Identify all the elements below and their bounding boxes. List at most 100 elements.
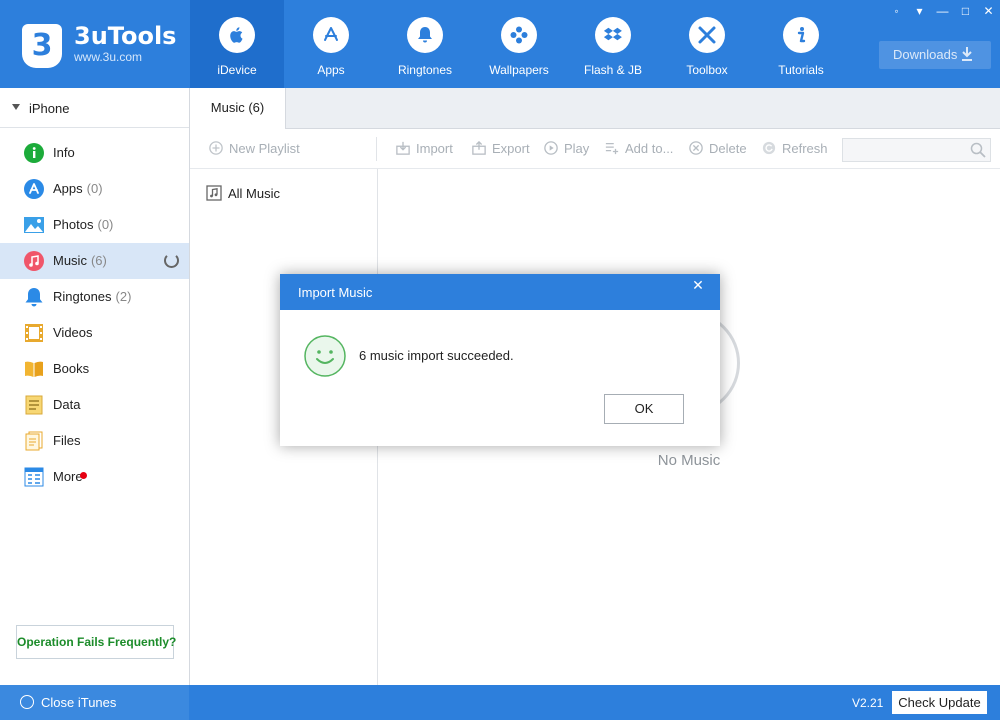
sidebar-item-count: (0) [86, 181, 103, 196]
close-itunes-label: Close iTunes [41, 695, 117, 710]
delete-label: Delete [709, 141, 747, 156]
film-icon [25, 324, 43, 342]
sidebar-item-info[interactable]: Info [0, 135, 189, 171]
loading-spinner-icon [164, 253, 179, 268]
nav-idevice[interactable]: iDevice [190, 0, 284, 88]
sidebar-item-label: Data [53, 397, 81, 412]
bell-icon [25, 288, 43, 307]
sidebar-item-label: More [53, 469, 83, 484]
notification-dot [80, 472, 87, 479]
nav-label: Apps [317, 63, 345, 77]
search-icon[interactable] [970, 142, 986, 158]
device-name: iPhone [29, 101, 70, 116]
sidebar-item-label: Apps [53, 181, 83, 196]
music-note-icon [206, 185, 222, 201]
nav-label: Toolbox [686, 63, 728, 77]
sidebar-item-count: (2) [115, 289, 132, 304]
radio-circle-icon [20, 695, 34, 709]
smiley-icon [304, 335, 346, 377]
sidebar-item-label: Music [53, 253, 87, 268]
dialog-title: Import Music [298, 285, 373, 300]
sidebar-item-label: Books [53, 361, 90, 376]
play-button[interactable]: Play [543, 141, 589, 159]
device-selector[interactable]: iPhone [0, 88, 189, 128]
close-icon[interactable]: ✕ [676, 274, 720, 298]
operation-fails-button[interactable]: Operation Fails Frequently? [16, 625, 176, 659]
apple-icon [219, 17, 255, 53]
add-to-button[interactable]: Add to... [604, 141, 673, 159]
download-icon [962, 47, 972, 61]
import-label: Import [416, 141, 453, 156]
delete-button[interactable]: Delete [688, 141, 747, 159]
new-playlist-button[interactable]: New Playlist [208, 141, 300, 159]
sidebar-item-apps[interactable]: Apps (0) [0, 171, 189, 207]
sidebar-item-label: Files [53, 433, 81, 448]
nav-tutorials[interactable]: Tutorials [754, 0, 848, 88]
search-input[interactable] [843, 139, 963, 161]
empty-state-text: No Music [657, 452, 721, 469]
import-button[interactable]: Import [395, 141, 453, 159]
sidebar: iPhone Info Apps (0) Photos (0) Music (6) R… [0, 88, 190, 685]
nav-wallpapers[interactable]: Wallpapers [472, 0, 566, 88]
export-icon [472, 141, 486, 155]
bell-icon [407, 17, 443, 53]
delete-icon [689, 141, 703, 155]
music-icon [24, 251, 44, 271]
nav-label: iDevice [217, 63, 257, 77]
status-bar: Close iTunes V2.21 Check Update [0, 685, 1000, 720]
nav-flash-jb[interactable]: Flash & JB [566, 0, 660, 88]
sidebar-item-videos[interactable]: Videos [0, 315, 189, 351]
app-header: 3 3uTools www.3u.com iDevice Apps Ringto… [0, 0, 1000, 88]
close-icon[interactable]: ✕ [977, 0, 1000, 22]
files-icon [25, 431, 43, 451]
sidebar-item-more[interactable]: More [0, 459, 189, 495]
menu-icon[interactable]: ▾ [908, 0, 931, 22]
logo-badge: 3 [22, 24, 62, 68]
nav-apps[interactable]: Apps [284, 0, 378, 88]
sidebar-item-photos[interactable]: Photos (0) [0, 207, 189, 243]
nav-ringtones[interactable]: Ringtones [378, 0, 472, 88]
sidebar-item-ringtones[interactable]: Ringtones (2) [0, 279, 189, 315]
nav-toolbox[interactable]: Toolbox [660, 0, 754, 88]
refresh-button[interactable]: Refresh [761, 141, 828, 159]
version-label: V2.21 [852, 696, 884, 710]
sidebar-item-label: Info [53, 145, 75, 160]
toolbar: New Playlist Import Export Play Add to..… [190, 129, 1000, 169]
shirt-icon[interactable]: ◦ [885, 0, 908, 22]
playlist-all-music[interactable]: All Music [206, 185, 280, 203]
apps-icon [24, 179, 44, 199]
sidebar-item-music[interactable]: Music (6) [0, 243, 189, 279]
photos-icon [24, 217, 44, 233]
tab-bar: Music (6) [190, 88, 1000, 129]
info-icon [783, 17, 819, 53]
refresh-icon [762, 141, 776, 155]
nav-label: Wallpapers [489, 63, 549, 77]
export-button[interactable]: Export [471, 141, 530, 159]
downloads-button[interactable]: Downloads [879, 41, 991, 69]
sidebar-item-label: Videos [53, 325, 93, 340]
ok-button[interactable]: OK [604, 394, 684, 424]
add-to-list-icon [605, 142, 619, 155]
minimize-icon[interactable]: — [931, 0, 954, 22]
refresh-label: Refresh [782, 141, 828, 156]
dropbox-icon [595, 17, 631, 53]
close-itunes-button[interactable]: Close iTunes [0, 685, 189, 720]
sidebar-item-files[interactable]: Files [0, 423, 189, 459]
data-icon [25, 395, 43, 415]
sidebar-item-books[interactable]: Books [0, 351, 189, 387]
nav-label: Ringtones [397, 63, 453, 77]
toolbar-divider [376, 137, 377, 161]
tab-music[interactable]: Music (6) [190, 88, 286, 129]
info-circle-icon [24, 143, 44, 163]
check-update-button[interactable]: Check Update [892, 691, 987, 714]
grid-icon [24, 467, 44, 487]
app-store-icon [313, 17, 349, 53]
sidebar-item-data[interactable]: Data [0, 387, 189, 423]
import-music-dialog: Import Music ✕ 6 music import succeeded.… [280, 274, 720, 446]
top-nav: iDevice Apps Ringtones Wallpapers Flash … [190, 0, 848, 88]
maximize-icon[interactable]: □ [954, 0, 977, 22]
app-url: www.3u.com [74, 50, 143, 64]
play-icon [544, 141, 558, 155]
dialog-header: Import Music ✕ [280, 274, 720, 310]
book-icon [25, 361, 43, 377]
